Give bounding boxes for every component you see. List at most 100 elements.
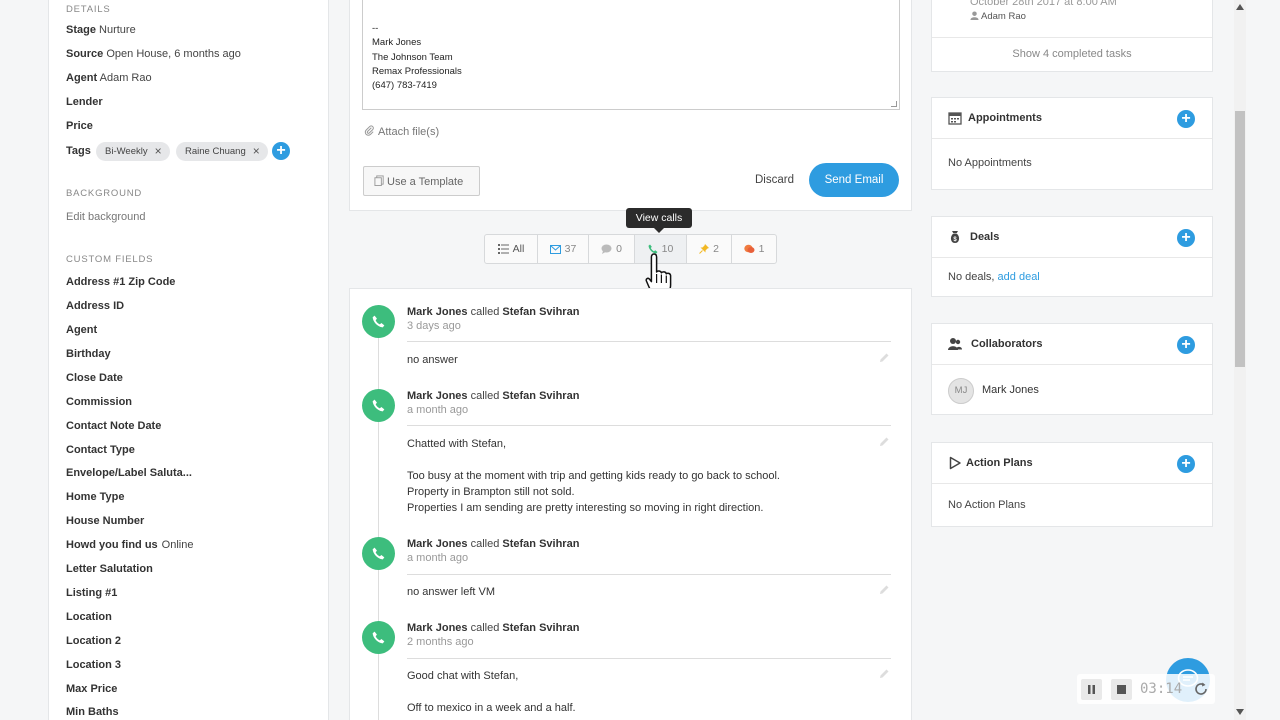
caller-name[interactable]: Mark Jones — [407, 390, 468, 402]
recording-timer: 03:14 — [1140, 681, 1183, 697]
remove-tag-icon[interactable]: × — [253, 144, 260, 158]
divider — [407, 341, 891, 342]
caller-name[interactable]: Mark Jones — [407, 538, 468, 550]
custom-field-row[interactable]: Address #1 Zip Code — [66, 276, 179, 288]
attach-files-link[interactable]: Attach file(s) — [364, 125, 439, 138]
custom-field-row[interactable]: House Number — [66, 515, 148, 527]
custom-field-row[interactable]: Location 2 — [66, 635, 125, 647]
edit-background-link[interactable]: Edit background — [66, 211, 146, 223]
pause-button[interactable] — [1081, 679, 1102, 700]
signature-line: (647) 783-7419 — [372, 80, 437, 92]
custom-field-row[interactable]: Contact Note Date — [66, 420, 165, 432]
signature-line: Mark Jones — [372, 37, 422, 49]
email-body-textarea[interactable]: -- Mark Jones The Johnson Team Remax Pro… — [362, 0, 900, 110]
stop-icon — [1117, 685, 1126, 694]
custom-field-row[interactable]: Envelope/Label Saluta... — [66, 467, 196, 479]
phone-icon — [372, 399, 385, 412]
call-note: Chatted with Stefan, Too busy at the mom… — [407, 438, 780, 514]
pin-icon — [699, 244, 710, 254]
deals-card: $ Deals + No deals, add deal — [931, 216, 1213, 297]
pause-icon — [1088, 685, 1095, 694]
detail-price[interactable]: Price — [66, 120, 93, 132]
caller-name[interactable]: Mark Jones — [407, 622, 468, 634]
detail-agent[interactable]: Agent Adam Rao — [66, 72, 152, 84]
filter-events-button[interactable]: 1 — [732, 235, 776, 263]
custom-field-row[interactable]: Address ID — [66, 300, 128, 312]
resize-handle[interactable] — [891, 101, 897, 107]
detail-stage[interactable]: Stage Nurture — [66, 24, 136, 36]
call-event-icon — [362, 621, 395, 654]
call-timestamp: 2 months ago — [407, 636, 474, 648]
add-appointment-button[interactable]: + — [1177, 110, 1195, 128]
details-section-title: DETAILS — [66, 4, 111, 15]
custom-field-row[interactable]: Location — [66, 611, 116, 623]
collaborator-name[interactable]: Mark Jones — [982, 384, 1039, 396]
signature-line: -- — [372, 23, 379, 34]
play-icon — [949, 456, 961, 470]
custom-field-row[interactable]: Howd you find us Online — [66, 539, 193, 551]
callee-name[interactable]: Stefan Svihran — [502, 306, 579, 318]
call-timestamp: 3 days ago — [407, 320, 461, 332]
custom-field-row[interactable]: Location 3 — [66, 659, 125, 671]
custom-field-row[interactable]: Agent — [66, 324, 101, 336]
edit-pencil-icon[interactable] — [878, 352, 890, 364]
divider — [407, 658, 891, 659]
discard-button[interactable]: Discard — [755, 174, 794, 186]
edit-pencil-icon[interactable] — [878, 584, 890, 596]
callee-name[interactable]: Stefan Svihran — [502, 622, 579, 634]
caller-name[interactable]: Mark Jones — [407, 306, 468, 318]
list-icon — [497, 244, 509, 254]
callee-name[interactable]: Stefan Svihran — [502, 390, 579, 402]
deals-empty-text: No deals, add deal — [948, 271, 1040, 283]
tag-chip[interactable]: Bi-Weekly × — [96, 142, 170, 161]
custom-field-row[interactable]: Commission — [66, 396, 136, 408]
call-timestamp: a month ago — [407, 552, 469, 564]
add-deal-button[interactable]: + — [1177, 229, 1195, 247]
detail-lender[interactable]: Lender — [66, 96, 103, 108]
detail-source[interactable]: Source Open House, 6 months ago — [66, 48, 241, 60]
custom-field-row[interactable]: Contact Type — [66, 444, 139, 456]
callee-name[interactable]: Stefan Svihran — [502, 538, 579, 550]
custom-field-row[interactable]: Max Price — [66, 683, 121, 695]
custom-field-row[interactable]: Close Date — [66, 372, 127, 384]
custom-field-row[interactable]: Home Type — [66, 491, 128, 503]
add-collaborator-button[interactable]: + — [1177, 336, 1195, 354]
use-template-button[interactable]: Use a Template — [363, 166, 480, 196]
filter-texts-button[interactable]: 0 — [589, 235, 635, 263]
custom-field-row[interactable]: Min Baths — [66, 706, 123, 718]
show-completed-tasks-link[interactable]: Show 4 completed tasks — [932, 48, 1212, 60]
events-icon — [743, 244, 755, 253]
edit-pencil-icon[interactable] — [878, 436, 890, 448]
contact-details-panel: DETAILS Stage Nurture Source Open House,… — [48, 0, 329, 720]
add-action-plan-button[interactable]: + — [1177, 455, 1195, 473]
appointments-card: Appointments + No Appointments — [931, 97, 1213, 190]
call-note: Good chat with Stefan, Off to mexico in … — [407, 670, 576, 714]
custom-field-row[interactable]: Letter Salutation — [66, 563, 157, 575]
scroll-down-arrow-icon[interactable] — [1236, 709, 1244, 715]
call-timestamp: a month ago — [407, 404, 469, 416]
action-plans-title: Action Plans — [966, 457, 1033, 469]
stop-button[interactable] — [1111, 679, 1132, 700]
filter-notes-button[interactable]: 2 — [687, 235, 732, 263]
filter-emails-button[interactable]: 37 — [538, 235, 589, 263]
people-icon — [948, 338, 962, 350]
call-header: Mark Jones called Stefan Svihran — [407, 390, 580, 402]
action-plans-empty-text: No Action Plans — [948, 499, 1026, 511]
add-tag-button[interactable]: + — [272, 142, 290, 160]
remove-tag-icon[interactable]: × — [155, 144, 162, 158]
scroll-up-arrow-icon[interactable] — [1236, 4, 1244, 10]
tag-chip[interactable]: Raine Chuang × — [176, 142, 268, 161]
send-email-button[interactable]: Send Email — [809, 163, 899, 197]
scrollbar-thumb[interactable] — [1235, 111, 1245, 367]
refresh-icon[interactable] — [1193, 681, 1209, 697]
call-event-icon — [362, 537, 395, 570]
filter-all-button[interactable]: All — [485, 235, 538, 263]
custom-field-row[interactable]: Listing #1 — [66, 587, 121, 599]
custom-field-row[interactable]: Birthday — [66, 348, 115, 360]
add-deal-link[interactable]: add deal — [998, 271, 1040, 283]
person-icon — [970, 11, 979, 20]
activity-timeline: Mark Jones called Stefan Svihran 3 days … — [349, 288, 912, 720]
task-due-date: October 28th 2017 at 8:00 AM — [970, 0, 1117, 8]
avatar[interactable]: MJ — [948, 378, 974, 404]
edit-pencil-icon[interactable] — [878, 668, 890, 680]
